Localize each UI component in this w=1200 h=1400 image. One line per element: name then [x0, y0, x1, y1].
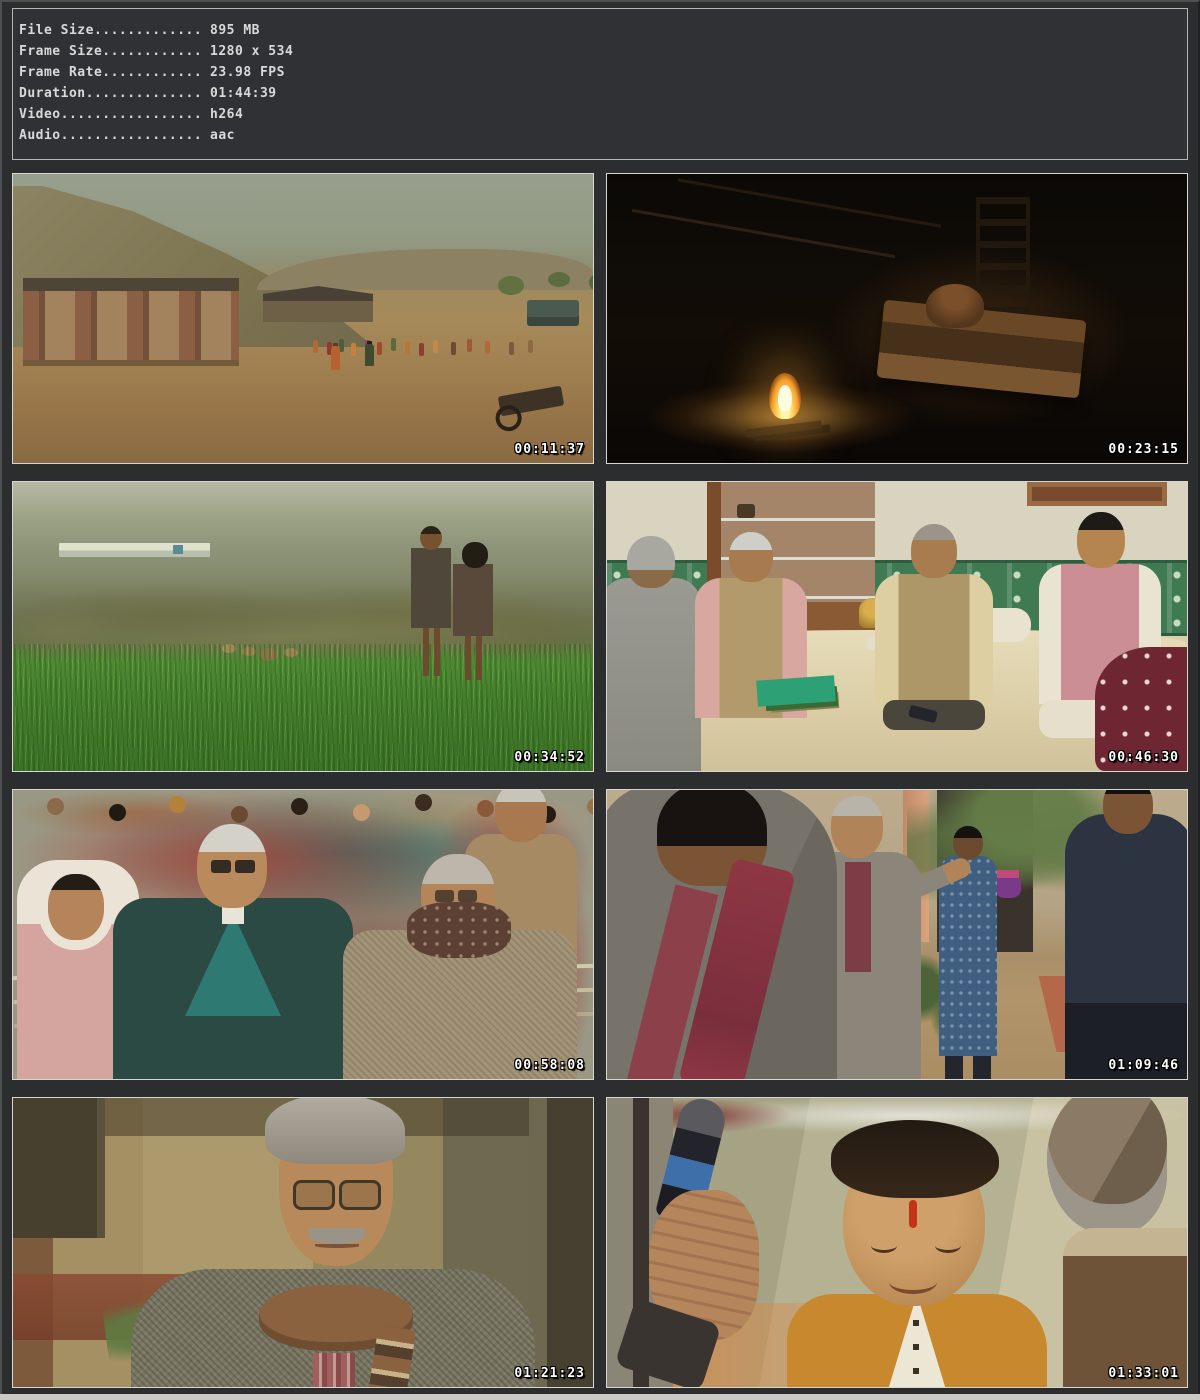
duration-row: Duration..............01:44:39	[19, 83, 1187, 104]
dot-leader: ..............	[86, 86, 203, 101]
timestamp-overlay: 00:11:37	[514, 442, 585, 457]
screenshot-thumb-2: 00:23:15	[606, 173, 1188, 464]
hut-beam-shape	[632, 209, 895, 258]
man-dark-suit-shape	[113, 898, 353, 1079]
dot-leader: .................	[61, 128, 203, 143]
audio-codec-row: Audio.................aac	[19, 125, 1187, 146]
hanging-flowerpot-shape	[995, 878, 1021, 898]
audio-codec-value: aac	[202, 128, 235, 143]
screenshot-grid: 00:11:37 00:23:15 00:34:52	[12, 173, 1188, 1388]
screenshot-thumb-4: 00:46:30	[606, 481, 1188, 772]
cabinet-figurines-shape	[737, 504, 755, 518]
plaid-shirt-shape	[313, 1353, 355, 1387]
second-child-figure-shape	[453, 542, 493, 678]
eyeglasses-shape	[289, 1180, 385, 1208]
frame-size-row: Frame Size............1280 x 534	[19, 41, 1187, 62]
dot-leader: ............	[102, 65, 202, 80]
foreground-man-red-scarf-shape	[607, 790, 837, 1079]
seated-person-shape	[926, 284, 984, 328]
video-codec-value: h264	[202, 107, 243, 122]
media-info-panel: File Size.............895 MB Frame Size.…	[0, 0, 1200, 1394]
scene-audience	[13, 790, 593, 1079]
dark-window-left-shape	[13, 1098, 105, 1238]
camel-scarf-shape	[259, 1285, 413, 1351]
screenshot-thumb-6: 01:09:46	[606, 789, 1188, 1080]
bullock-cart-shape	[498, 386, 565, 417]
man-blue-kurta-shape	[939, 856, 997, 1056]
timestamp-overlay: 01:09:46	[1108, 1058, 1179, 1073]
timestamp-overlay: 00:23:15	[1108, 442, 1179, 457]
villager-shape	[365, 344, 374, 366]
distant-ridge-shape	[257, 249, 593, 289]
video-codec-row: Video.................h264	[19, 104, 1187, 125]
dot-leader: .................	[61, 107, 203, 122]
file-size-row: File Size.............895 MB	[19, 20, 1187, 41]
mustard-vest-shape	[787, 1294, 1047, 1387]
woman-in-sari-shape	[331, 346, 340, 370]
scene-man-with-microphone	[607, 1098, 1187, 1387]
distant-building-shape	[59, 543, 210, 557]
duration-value: 01:44:39	[202, 86, 276, 101]
large-man-dark-shirt-shape	[1065, 814, 1187, 1079]
scene-sitting-room	[607, 482, 1187, 771]
video-codec-label: Video	[19, 107, 61, 122]
bearded-man-profile-shape	[1037, 1098, 1187, 1387]
timestamp-overlay: 00:58:08	[514, 1058, 585, 1073]
wall-frame-shape	[1027, 482, 1167, 506]
dot-leader: ............	[102, 44, 202, 59]
file-info-box: File Size.............895 MB Frame Size.…	[12, 8, 1188, 160]
frame-size-value: 1280 x 534	[202, 44, 293, 59]
timestamp-overlay: 00:34:52	[514, 750, 585, 765]
campfire-flame-shape	[769, 373, 801, 419]
timestamp-overlay: 00:46:30	[1108, 750, 1179, 765]
scene-night-campfire	[607, 174, 1187, 463]
crop-field-shape	[13, 644, 593, 771]
file-size-value: 895 MB	[202, 23, 260, 38]
frame-rate-value: 23.98 FPS	[202, 65, 285, 80]
frame-rate-label: Frame Rate	[19, 65, 102, 80]
audio-codec-label: Audio	[19, 128, 61, 143]
scene-field-children	[13, 482, 593, 771]
frame-size-label: Frame Size	[19, 44, 102, 59]
frame-rate-row: Frame Rate............23.98 FPS	[19, 62, 1187, 83]
scene-courtyard	[607, 790, 1187, 1079]
villagers-shape	[313, 340, 318, 353]
boy-figure-shape	[411, 526, 451, 676]
firewood-shape	[746, 421, 822, 438]
screenshot-thumb-8: 01:33:01	[606, 1097, 1188, 1388]
crowd-heads-shape	[47, 798, 64, 815]
scene-village-daylight	[13, 174, 593, 463]
closed-eyes-shape	[871, 1238, 961, 1258]
brown-scarf-shape	[407, 902, 511, 958]
file-size-label: File Size	[19, 23, 94, 38]
screenshot-thumb-3: 00:34:52	[12, 481, 594, 772]
screenshot-thumb-1: 00:11:37	[12, 173, 594, 464]
man-cream-vest-shape	[875, 574, 993, 704]
duration-label: Duration	[19, 86, 86, 101]
truck-shape	[527, 300, 579, 326]
green-folder-shape	[756, 675, 836, 706]
dot-leader: .............	[94, 23, 202, 38]
screenshot-thumb-5: 00:58:08	[12, 789, 594, 1080]
scene-elderly-man-closeup	[13, 1098, 593, 1387]
smile-shape	[889, 1270, 937, 1294]
timestamp-overlay: 01:21:23	[514, 1366, 585, 1381]
village-building-shape	[23, 278, 239, 360]
gray-mustache-shape	[309, 1228, 365, 1244]
clasped-hands-shape	[649, 1190, 759, 1340]
window-shutter-right-shape	[529, 1098, 593, 1387]
screenshot-thumb-7: 01:21:23	[12, 1097, 594, 1388]
man-gray-shirt-shape	[607, 578, 701, 771]
timestamp-overlay: 01:33:01	[1108, 1366, 1179, 1381]
